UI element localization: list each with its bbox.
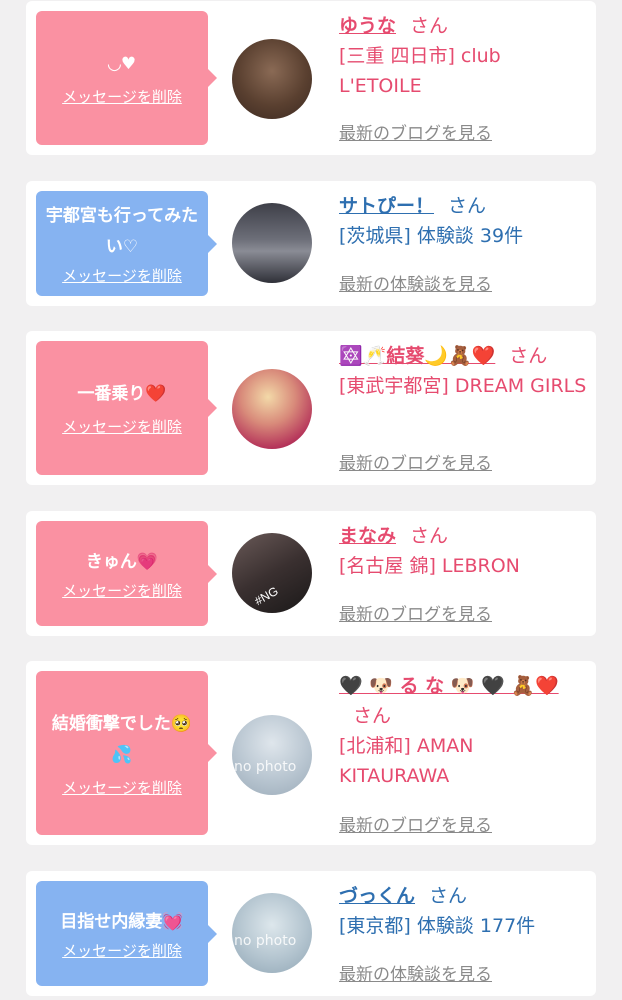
user-name-link[interactable]: 🖤 🐶 る な 🐶 🖤 🧸❤️ bbox=[339, 675, 559, 697]
delete-message-link[interactable]: メッセージを削除 bbox=[62, 580, 182, 601]
message-text: ◡♥ bbox=[107, 54, 137, 74]
user-name-link[interactable]: まなみ bbox=[339, 525, 396, 547]
avatar[interactable] bbox=[232, 39, 312, 119]
latest-blog-link[interactable]: 最新のブログを見る bbox=[339, 449, 492, 474]
shop-info[interactable]: [三重 四日市] club L'ETOILE bbox=[339, 41, 589, 101]
avatar[interactable]: no photo bbox=[232, 715, 312, 795]
shop-info[interactable]: [東武宇都宮] DREAM GIRLS bbox=[339, 371, 589, 401]
user-name-link[interactable]: ゆうな bbox=[339, 15, 396, 37]
message-text: 目指せ内縁妻💓 bbox=[60, 911, 184, 932]
shop-info[interactable]: [北浦和] AMAN KITAURAWA bbox=[339, 731, 579, 791]
avatar[interactable] bbox=[232, 369, 312, 449]
delete-message-link[interactable]: メッセージを削除 bbox=[62, 940, 182, 961]
user-name-link[interactable]: づっくん bbox=[339, 885, 415, 907]
honorific: さん bbox=[410, 15, 449, 37]
no-photo-label: no photo bbox=[234, 759, 297, 775]
message-card: 宇都宮も行ってみたい♡ メッセージを削除 サトぴー！ さん [茨城県] 体験談 3… bbox=[26, 181, 596, 306]
avatar[interactable]: no photo bbox=[232, 893, 312, 973]
message-card: ◡♥ メッセージを削除 ゆうな さん [三重 四日市] club L'ETOILE… bbox=[26, 1, 596, 155]
honorific: さん bbox=[410, 525, 449, 547]
delete-message-link[interactable]: メッセージを削除 bbox=[62, 416, 182, 437]
avatar[interactable]: #NG bbox=[232, 533, 312, 613]
honorific: さん bbox=[429, 885, 468, 907]
latest-review-link[interactable]: 最新の体験談を見る bbox=[339, 270, 492, 295]
message-text: 結婚衝撃でした🥺💦 bbox=[51, 713, 193, 765]
no-photo-label: no photo bbox=[234, 933, 297, 949]
shop-info[interactable]: [名古屋 錦] LEBRON bbox=[339, 551, 589, 581]
message-card: 結婚衝撃でした🥺💦 メッセージを削除 no photo 🖤 🐶 る な 🐶 🖤 … bbox=[26, 661, 596, 845]
avatar[interactable] bbox=[232, 203, 312, 283]
latest-review-link[interactable]: 最新の体験談を見る bbox=[339, 960, 492, 985]
avatar-tag: #NG bbox=[252, 583, 281, 609]
latest-blog-link[interactable]: 最新のブログを見る bbox=[339, 811, 492, 836]
message-text: きゅん💗 bbox=[85, 551, 159, 572]
honorific: さん bbox=[448, 195, 487, 217]
message-text: 一番乗り❤️ bbox=[77, 384, 167, 404]
user-name-link[interactable]: 🔯🥂結葵🌙🧸❤️ bbox=[339, 345, 495, 367]
message-text: 宇都宮も行ってみたい♡ bbox=[45, 206, 199, 257]
message-card: 目指せ内縁妻💓 メッセージを削除 no photo づっくん さん [東京都] 体… bbox=[26, 871, 596, 996]
user-name-link[interactable]: サトぴー！ bbox=[339, 195, 434, 217]
message-card: 一番乗り❤️ メッセージを削除 🔯🥂結葵🌙🧸❤️ さん [東武宇都宮] DREAM… bbox=[26, 331, 596, 485]
message-bubble: 結婚衝撃でした🥺💦 メッセージを削除 bbox=[36, 671, 217, 835]
shop-info[interactable]: [茨城県] 体験談 39件 bbox=[339, 221, 589, 251]
latest-blog-link[interactable]: 最新のブログを見る bbox=[339, 119, 492, 144]
latest-blog-link[interactable]: 最新のブログを見る bbox=[339, 600, 492, 625]
delete-message-link[interactable]: メッセージを削除 bbox=[62, 86, 182, 107]
shop-info[interactable]: [東京都] 体験談 177件 bbox=[339, 911, 589, 941]
message-bubble: きゅん💗 メッセージを削除 bbox=[36, 521, 217, 626]
delete-message-link[interactable]: メッセージを削除 bbox=[62, 777, 182, 798]
message-bubble: 一番乗り❤️ メッセージを削除 bbox=[36, 341, 217, 475]
message-bubble: 目指せ内縁妻💓 メッセージを削除 bbox=[36, 881, 217, 986]
message-bubble: 宇都宮も行ってみたい♡ メッセージを削除 bbox=[36, 191, 217, 296]
honorific: さん bbox=[509, 345, 548, 367]
honorific: さん bbox=[353, 705, 392, 727]
delete-message-link[interactable]: メッセージを削除 bbox=[62, 265, 182, 286]
message-card: きゅん💗 メッセージを削除 #NG まなみ さん [名古屋 錦] LEBRON 最… bbox=[26, 511, 596, 636]
message-bubble: ◡♥ メッセージを削除 bbox=[36, 11, 217, 145]
